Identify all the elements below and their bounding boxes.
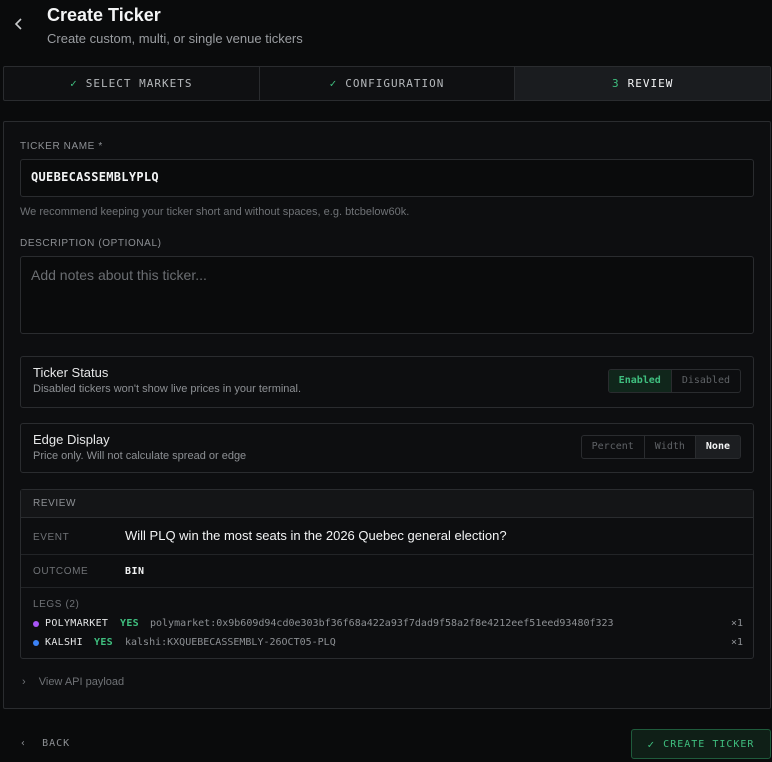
leg-market-id: kalshi:KXQUEBECASSEMBLY-26OCT05-PLQ (125, 637, 336, 648)
wizard-stepper: ✓ SELECT MARKETS ✓ CONFIGURATION 3 REVIE… (3, 66, 771, 101)
review-header: REVIEW (21, 490, 753, 518)
page-header: Create Ticker Create custom, multi, or s… (0, 0, 772, 60)
event-value: Will PLQ win the most seats in the 2026 … (125, 528, 507, 543)
description-textarea[interactable]: Add notes about this ticker... (20, 256, 754, 334)
back-arrow-icon[interactable] (12, 14, 28, 34)
ticker-status-subtitle: Disabled tickers won't show live prices … (33, 383, 302, 395)
step-number: 3 (611, 77, 620, 90)
edge-display-toggle: Percent Width None (580, 435, 741, 459)
ticker-status-title: Ticker Status (33, 365, 109, 380)
edge-none-option[interactable]: None (695, 436, 740, 458)
review-panel: TICKER NAME * QUEBECASSEMBLYPLQ We recom… (3, 121, 771, 709)
status-disabled-option[interactable]: Disabled (672, 370, 740, 392)
page-subtitle: Create custom, multi, or single venue ti… (47, 31, 303, 46)
view-api-payload-toggle[interactable]: › View API payload (22, 676, 124, 688)
leg-venue: KALSHI (45, 637, 83, 648)
outcome-label: OUTCOME (33, 566, 89, 577)
edge-display-subtitle: Price only. Will not calculate spread or… (33, 450, 247, 462)
leg-row: POLYMARKET YES polymarket:0x9b609d94cd0e… (33, 617, 743, 633)
leg-side: YES (94, 637, 113, 648)
leg-quantity: ×1 (730, 618, 743, 629)
back-button[interactable]: ‹ BACK (20, 738, 70, 749)
leg-side: YES (120, 618, 139, 629)
legs-label: LEGS (2) (33, 599, 80, 610)
check-icon: ✓ (70, 77, 78, 90)
chevron-left-icon: ‹ (20, 738, 28, 749)
description-label: DESCRIPTION (OPTIONAL) (20, 238, 162, 249)
page-title: Create Ticker (47, 5, 161, 25)
leg-market-id: polymarket:0x9b609d94cd0e303bf36f68a422a… (150, 618, 614, 629)
ticker-name-input[interactable]: QUEBECASSEMBLYPLQ (20, 159, 754, 197)
edge-percent-option[interactable]: Percent (582, 436, 645, 458)
leg-quantity: ×1 (730, 637, 743, 648)
check-icon: ✓ (647, 737, 656, 751)
step-review[interactable]: 3 REVIEW (515, 67, 771, 100)
leg-row: KALSHI YES kalshi:KXQUEBECASSEMBLY-26OCT… (33, 636, 743, 652)
step-select-markets[interactable]: ✓ SELECT MARKETS (4, 67, 260, 100)
chevron-right-icon: › (22, 676, 26, 688)
event-label: EVENT (33, 532, 70, 543)
api-payload-label: View API payload (38, 676, 125, 688)
edge-display-title: Edge Display (33, 432, 110, 447)
ticker-status-toggle: Enabled Disabled (607, 369, 741, 393)
outcome-value: BIN (125, 566, 145, 577)
step-configuration[interactable]: ✓ CONFIGURATION (260, 67, 516, 100)
create-ticker-button[interactable]: ✓ CREATE TICKER (631, 729, 771, 759)
review-outcome-row: OUTCOME BIN (21, 555, 753, 588)
edge-display-row: Edge Display Price only. Will not calcul… (20, 423, 754, 473)
status-enabled-option[interactable]: Enabled (608, 370, 672, 392)
check-icon: ✓ (329, 77, 338, 90)
edge-width-option[interactable]: Width (645, 436, 696, 458)
kalshi-dot-icon (33, 640, 39, 646)
ticker-name-label: TICKER NAME * (20, 141, 103, 152)
leg-venue: POLYMARKET (45, 618, 109, 629)
review-summary: REVIEW EVENT Will PLQ win the most seats… (20, 489, 754, 659)
ticker-status-row: Ticker Status Disabled tickers won't sho… (20, 356, 754, 408)
polymarket-dot-icon (33, 621, 39, 627)
review-event-row: EVENT Will PLQ win the most seats in the… (21, 518, 753, 555)
ticker-name-hint: We recommend keeping your ticker short a… (20, 206, 410, 218)
